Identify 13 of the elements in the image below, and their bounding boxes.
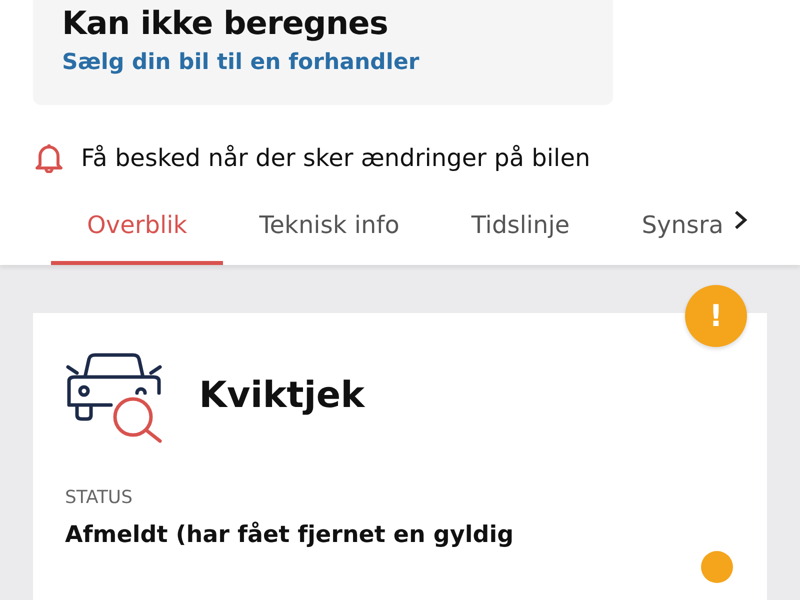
notify-label[interactable]: Få besked når der sker ændringer på bilen: [81, 144, 590, 172]
tab[interactable]: Teknisk info: [223, 201, 436, 265]
sell-car-link[interactable]: Sælg din bil til en forhandler: [62, 50, 420, 75]
status-value: Afmeldt (har fået fjernet en gyldig: [65, 522, 515, 548]
chevron-right-icon[interactable]: [733, 209, 750, 231]
bell-icon[interactable]: [35, 143, 63, 173]
tab[interactable]: Tidslinje: [435, 201, 606, 265]
status-label: STATUS: [65, 487, 134, 508]
warning-badge: !: [685, 285, 747, 347]
tab[interactable]: Synsra: [606, 201, 728, 265]
valuation-title: Kan ikke beregnes: [62, 4, 389, 42]
quickcheck-title: Kviktjek: [199, 374, 365, 416]
status-warning-icon: [701, 551, 733, 583]
